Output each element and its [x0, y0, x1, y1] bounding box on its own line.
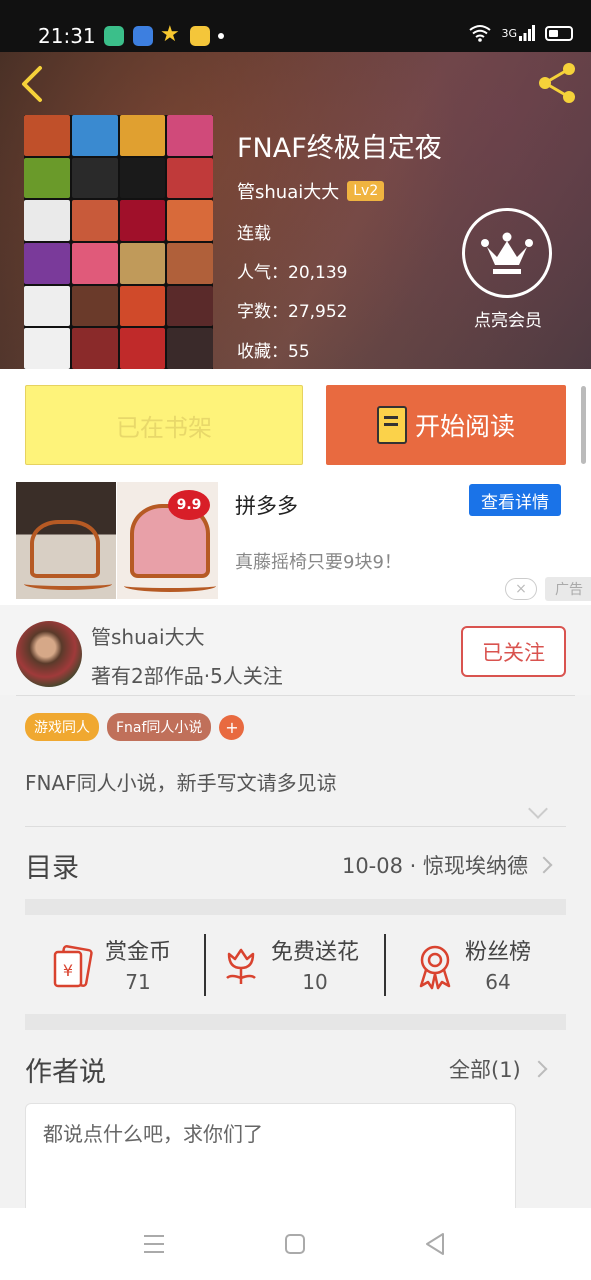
back-nav-icon[interactable]: [425, 1232, 445, 1256]
author-says-all-link[interactable]: 全部(1): [449, 1054, 521, 1084]
divider: [16, 695, 575, 696]
svg-text:¥: ¥: [63, 961, 73, 980]
author-says-title: 作者说: [25, 1057, 106, 1088]
crown-icon: [462, 208, 552, 298]
author-level-badge: Lv2: [347, 181, 385, 201]
ad-tag: × 广告: [505, 577, 591, 601]
author-card[interactable]: 管shuai大大 著有2部作品·5人关注 已关注: [0, 605, 591, 695]
ad-close-button[interactable]: ×: [505, 578, 537, 600]
book-cover[interactable]: [24, 115, 213, 369]
home-icon[interactable]: [285, 1234, 305, 1254]
stat-value: 10: [302, 970, 328, 994]
book-popularity: 人气：20,139: [237, 263, 348, 283]
section-separator: [25, 1014, 566, 1030]
status-indicators: 3G: [469, 24, 573, 42]
book-actions: 已在书架 开始阅读: [0, 369, 591, 482]
book-icon: [376, 406, 407, 444]
scrollbar[interactable]: [581, 386, 586, 464]
ad-title[interactable]: 拼多多: [235, 490, 298, 520]
heart-app-icon: [190, 26, 210, 46]
stat-value: 71: [125, 970, 151, 994]
author-stats: 著有2部作品·5人关注: [91, 664, 283, 688]
tag-game-fanfic[interactable]: 游戏同人: [25, 713, 99, 741]
app-notification-icon: [104, 26, 124, 46]
flower-icon: [226, 948, 256, 984]
stat-value: 64: [485, 970, 511, 994]
ad-banner[interactable]: 9.9 拼多多 查看详情 真藤摇椅只要9块9！ × 广告: [0, 482, 591, 605]
stat-label: 免费送花: [271, 940, 360, 965]
on-shelf-button[interactable]: 已在书架: [25, 385, 303, 465]
star-app-icon: ★: [160, 22, 180, 47]
ad-view-details-button[interactable]: 查看详情: [469, 484, 561, 516]
stat-label: 粉丝榜: [465, 940, 532, 965]
book-word-count: 字数：27,952: [237, 302, 348, 322]
status-time: 21:31: [38, 24, 96, 48]
book-description: FNAF同人小说，新手写文请多见谅: [25, 771, 337, 795]
red-envelope-icon: ¥: [53, 945, 93, 988]
more-notifications-dot: [218, 33, 224, 39]
signal-icon: [519, 25, 535, 41]
chevron-right-icon: [535, 856, 553, 874]
free-flowers-stat[interactable]: 免费送花 10: [221, 934, 359, 994]
divider: [25, 826, 566, 827]
book-favorites: 收藏：55: [237, 342, 310, 362]
divider: [384, 934, 386, 996]
vip-member-button[interactable]: 点亮会员: [462, 208, 552, 331]
tag-list: 游戏同人 Fnaf同人小说 +: [25, 713, 245, 741]
table-of-contents-row[interactable]: 目录 10-08 · 惊现埃纳德: [25, 840, 566, 888]
ad-label: 广告: [545, 577, 591, 601]
author-comment-text: 都说点什么吧，求你们了: [43, 1122, 263, 1146]
book-author-line[interactable]: 管shuai大大 Lv2: [237, 178, 385, 204]
book-title: FNAF终极自定夜: [237, 133, 442, 164]
menu-icon[interactable]: [143, 1234, 165, 1254]
latest-chapter[interactable]: 10-08 · 惊现埃纳德: [342, 850, 528, 880]
chevron-right-icon[interactable]: [530, 1060, 548, 1078]
ad-description[interactable]: 真藤摇椅只要9块9！: [235, 548, 402, 574]
section-separator: [25, 899, 566, 915]
vip-label: 点亮会员: [474, 311, 542, 331]
book-status: 连载: [237, 224, 271, 244]
share-icon[interactable]: [535, 60, 581, 106]
back-icon[interactable]: [14, 62, 50, 106]
medal-icon: [419, 945, 451, 990]
fan-ranking-stat[interactable]: 粉丝榜 64: [415, 934, 531, 994]
author-name[interactable]: 管shuai大大: [91, 621, 205, 650]
follow-button[interactable]: 已关注: [461, 626, 566, 677]
network-type: 3G: [501, 26, 517, 40]
stats-row: ¥ 赏金币 71 免费送花 10 粉丝榜 64: [25, 918, 566, 1014]
battery-icon: [545, 25, 573, 41]
book-author-name[interactable]: 管shuai大大: [237, 178, 339, 204]
tag-fnaf-fanfic[interactable]: Fnaf同人小说: [107, 713, 212, 741]
chevron-down-icon[interactable]: [528, 799, 548, 819]
wifi-icon: [469, 25, 492, 42]
toc-label: 目录: [25, 853, 79, 884]
ad-image[interactable]: 9.9: [16, 482, 218, 599]
avatar[interactable]: [16, 621, 82, 687]
start-reading-button[interactable]: 开始阅读: [326, 385, 566, 465]
cloud-app-icon: [133, 26, 153, 46]
add-tag-button[interactable]: +: [219, 714, 245, 740]
system-navigation-bar: [0, 1208, 591, 1280]
rocking-chair-image: [30, 520, 100, 578]
price-badge: 9.9: [168, 490, 210, 520]
start-reading-label: 开始阅读: [414, 412, 515, 441]
stat-label: 赏金币: [105, 940, 172, 965]
book-header: 21:31 ★ 3G FNAF终极自定夜 管shuai大大 Lv2 连载 人气：…: [0, 0, 591, 369]
reward-coins-stat[interactable]: ¥ 赏金币 71: [51, 934, 171, 994]
status-bar: 21:31 ★ 3G: [0, 0, 591, 52]
author-comment-box[interactable]: 都说点什么吧，求你们了: [25, 1103, 516, 1223]
divider: [204, 934, 206, 996]
